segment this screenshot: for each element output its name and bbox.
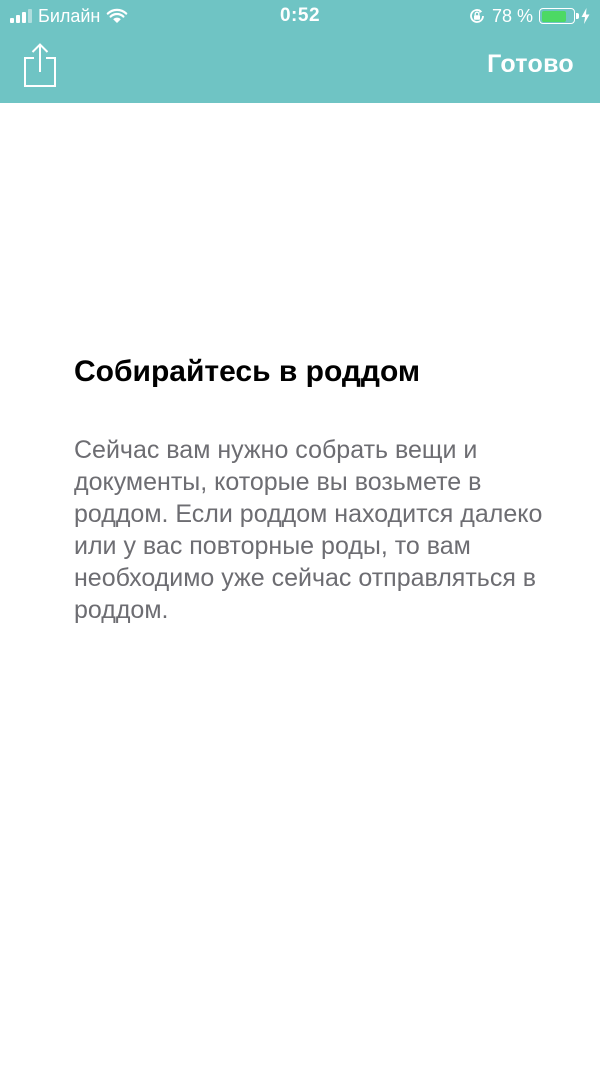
body-text: Сейчас вам нужно собрать вещи и документ… [74,436,543,624]
nav-bar: Готово [0,34,600,103]
battery-percent: 78 % [491,5,533,26]
status-right: 78 % [468,5,590,27]
charging-icon [581,8,590,24]
status-bar: Билайн 0:52 78 % [0,0,600,34]
share-button[interactable] [22,42,62,90]
top-bar: Билайн 0:52 78 % Готово [0,0,600,103]
content-section: Собирайтесь в роддом Сейчас вам нужно со… [74,350,544,626]
share-icon [24,43,56,87]
battery-icon [539,8,579,24]
battery-level [541,10,566,22]
page-title: Собирайтесь в роддом [74,355,421,388]
done-button[interactable]: Готово [487,50,574,79]
orientation-lock-icon [470,9,484,23]
